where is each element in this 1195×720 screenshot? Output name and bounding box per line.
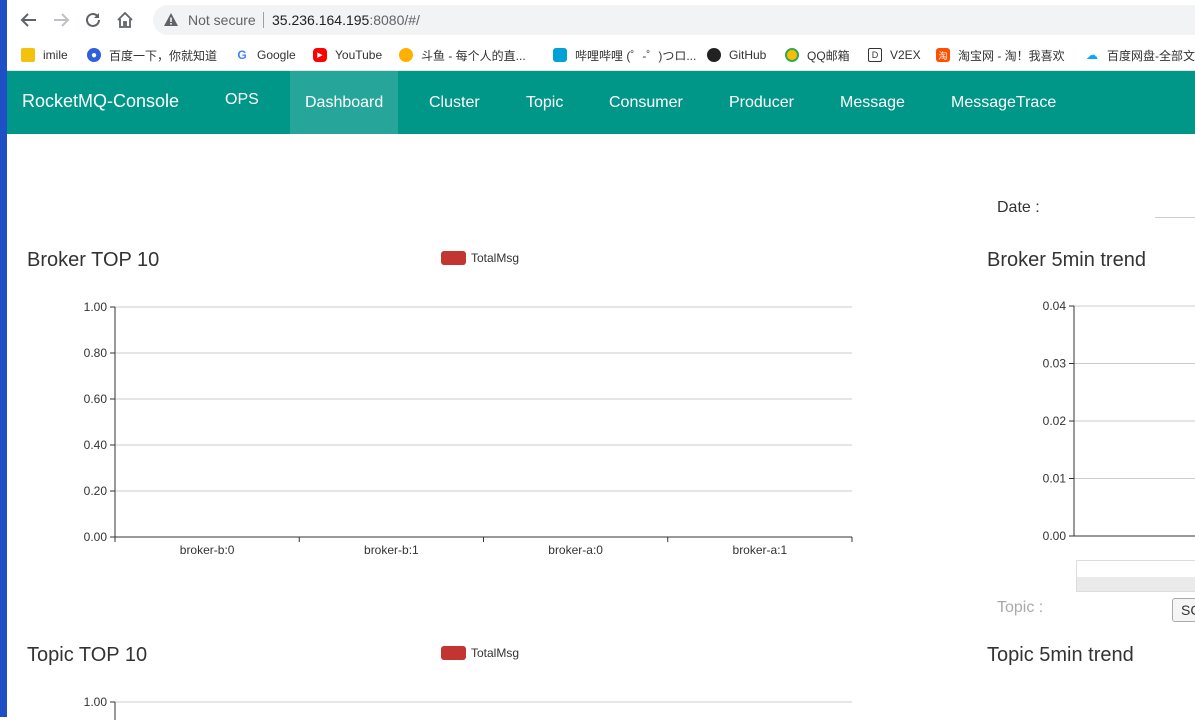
url-divider: [263, 12, 264, 28]
topic-top10-chart: 1.00: [84, 695, 852, 720]
y-tick-label: 0.04: [1043, 299, 1067, 313]
back-icon[interactable]: [17, 8, 41, 32]
brand-title[interactable]: RocketMQ-Console: [22, 91, 179, 112]
bookmark-label: Google: [257, 48, 296, 62]
bookmark-google[interactable]: G Google: [235, 44, 296, 66]
y-tick-label: 0.40: [84, 438, 108, 452]
bookmark-label: 百度网盘-全部文: [1107, 48, 1195, 63]
legend-label: TotalMsg: [471, 251, 520, 265]
home-icon[interactable]: [113, 8, 137, 32]
date-label: Date :: [997, 199, 1040, 216]
y-tick-label: 0.00: [1043, 529, 1067, 543]
qqmail-icon: [785, 48, 799, 62]
datazoom-fill: [1077, 577, 1195, 591]
topic-top10-legend[interactable]: TotalMsg: [441, 646, 519, 660]
url-path: :8080/#/: [369, 12, 420, 28]
bookmark-label: 淘宝网 - 淘！我喜欢: [958, 48, 1065, 63]
y-tick-label: 0.80: [84, 346, 108, 360]
bookmark-baidu[interactable]: ● 百度一下，你就知道: [87, 44, 217, 66]
bookmark-qqmail[interactable]: QQ邮箱: [785, 44, 850, 66]
topic-top10-title: Topic TOP 10: [27, 644, 148, 666]
bookmark-youtube[interactable]: ▶ YouTube: [313, 44, 382, 66]
bookmark-douyu[interactable]: 斗鱼 - 每个人的直...: [399, 44, 526, 66]
v2ex-icon: D: [868, 48, 882, 62]
bookmark-label: QQ邮箱: [807, 48, 850, 63]
broker-top10-legend[interactable]: TotalMsg: [441, 251, 519, 265]
x-tick-label: broker-a:1: [733, 543, 788, 557]
broker-top10-chart: 1.00 0.80 0.60 0.40 0.20 0.00 broker-b:0 broker…: [84, 300, 853, 557]
legend-label: TotalMsg: [471, 646, 520, 660]
taobao-icon: 淘: [936, 48, 950, 62]
x-tick-label: broker-b:0: [180, 543, 235, 557]
douyu-icon: [399, 48, 413, 62]
bookmark-label: 斗鱼 - 每个人的直...: [421, 48, 526, 63]
baidu-paw-icon: ●: [87, 48, 101, 62]
broker-trend-chart: 0.04 0.03 0.02 0.01 0.00: [1043, 299, 1195, 543]
nav-dashboard[interactable]: Dashboard: [290, 71, 399, 134]
topic-label: Topic :: [997, 599, 1044, 616]
broker-top10-title: Broker TOP 10: [27, 249, 160, 271]
bookmark-label: V2EX: [890, 48, 921, 62]
y-tick-label: 0.01: [1043, 472, 1067, 486]
date-picker-input[interactable]: [1155, 217, 1195, 218]
app-navbar: RocketMQ-Console OPS Dashboard Cluster T…: [7, 71, 1195, 134]
url-text[interactable]: 35.236.164.195:8080/#/: [272, 12, 420, 28]
bookmark-imile[interactable]: imile: [21, 44, 68, 66]
bookmark-bilibili[interactable]: 哔哩哔哩 (゜-゜)つロ...: [553, 44, 696, 66]
x-tick-label: broker-b:1: [364, 543, 419, 557]
bilibili-icon: [553, 48, 567, 62]
bookmark-label: GitHub: [729, 48, 767, 62]
y-tick-label: 1.00: [84, 695, 108, 709]
nav-ops[interactable]: OPS: [210, 68, 274, 131]
baidu-pan-icon: ☁: [1085, 48, 1099, 62]
nav-cluster[interactable]: Cluster: [414, 71, 495, 134]
broker-trend-title: Broker 5min trend: [987, 249, 1146, 271]
bookmark-v2ex[interactable]: D V2EX: [868, 44, 921, 66]
nav-messagetrace[interactable]: MessageTrace: [936, 71, 1071, 134]
reload-icon[interactable]: [81, 8, 105, 32]
x-tick-label: broker-a:0: [548, 543, 603, 557]
datazoom-slider[interactable]: [1076, 560, 1195, 592]
bookmark-github[interactable]: GitHub: [707, 44, 766, 66]
bookmark-label: 百度一下，你就知道: [109, 48, 218, 63]
github-icon: [707, 48, 721, 62]
legend-swatch: [441, 251, 466, 265]
topic-select[interactable]: SC: [1172, 598, 1195, 622]
y-tick-label: 0.60: [84, 392, 108, 406]
bookmark-label: 哔哩哔哩 (゜-゜)つロ...: [575, 48, 697, 63]
url-host: 35.236.164.195: [272, 12, 370, 28]
warning-icon[interactable]: [163, 12, 179, 33]
forward-icon[interactable]: [49, 8, 73, 32]
topic-trend-title: Topic 5min trend: [987, 644, 1134, 666]
y-tick-label: 0.03: [1043, 357, 1067, 371]
bookmarks-bar: imile ● 百度一下，你就知道 G Google ▶ YouTube 斗鱼 …: [7, 40, 1195, 71]
nav-message[interactable]: Message: [825, 71, 920, 134]
y-tick-label: 0.00: [84, 530, 108, 544]
security-label[interactable]: Not secure: [188, 12, 256, 28]
address-bar[interactable]: Not secure 35.236.164.195:8080/#/: [153, 5, 1195, 35]
google-icon: G: [235, 48, 249, 62]
bookmark-taobao[interactable]: 淘 淘宝网 - 淘！我喜欢: [936, 44, 1065, 66]
y-tick-label: 0.20: [84, 484, 108, 498]
nav-producer[interactable]: Producer: [714, 71, 809, 134]
browser-toolbar: Not secure 35.236.164.195:8080/#/: [7, 0, 1195, 40]
bookmark-label: imile: [43, 48, 68, 62]
y-tick-label: 0.02: [1043, 414, 1067, 428]
nav-topic[interactable]: Topic: [511, 71, 578, 134]
youtube-icon: ▶: [313, 48, 327, 62]
legend-swatch: [441, 646, 466, 660]
nav-consumer[interactable]: Consumer: [594, 71, 698, 134]
bookmark-label: YouTube: [335, 48, 383, 62]
folder-icon: [21, 48, 35, 62]
y-tick-label: 1.00: [84, 300, 108, 314]
bookmark-baidupan[interactable]: ☁ 百度网盘-全部文: [1085, 44, 1195, 66]
